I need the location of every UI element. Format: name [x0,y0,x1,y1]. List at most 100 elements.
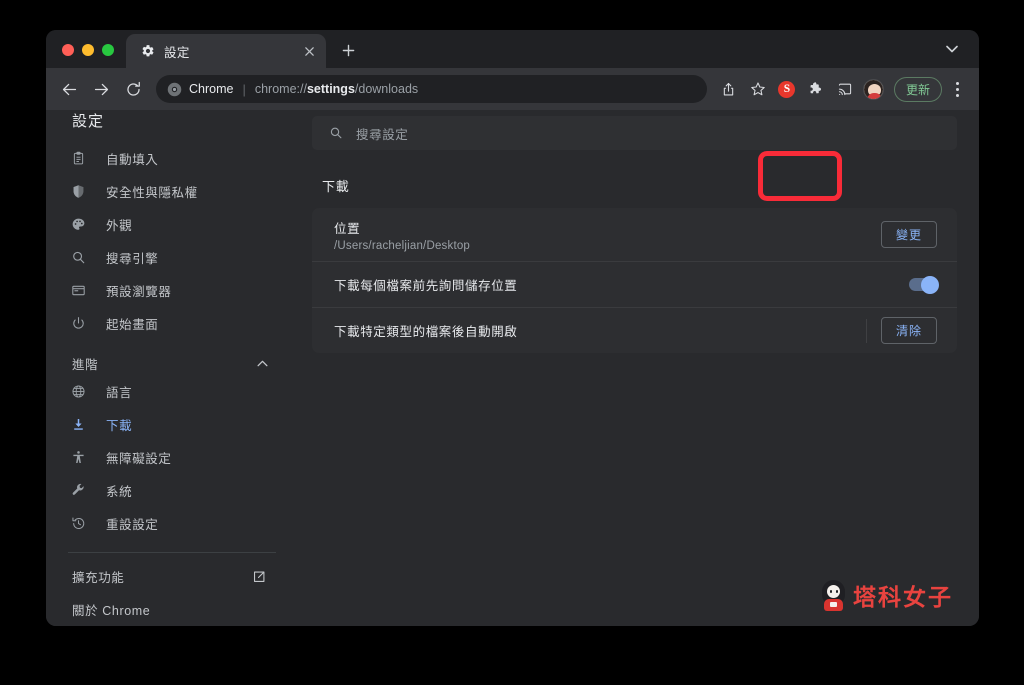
sidebar-section-label: 進階 [72,357,99,372]
close-window-button[interactable] [62,44,74,56]
sidebar-item-label: 安全性與隱私權 [106,185,198,200]
sidebar-item-label: 自動填入 [106,152,159,167]
clipboard-icon [70,150,87,167]
avatar-icon[interactable] [860,75,888,103]
sidebar-item-label: 搜尋引擎 [106,251,159,266]
row-separator [865,318,867,343]
row-text: 下載特定類型的檔案後自動開啟 [334,321,866,340]
sidebar-item-about-chrome[interactable]: 關於 Chrome [46,593,298,626]
sidebar-item-label: 無障礙設定 [106,451,172,466]
sidebar-item-reset[interactable]: 重設設定 [46,507,298,540]
change-location-button[interactable]: 變更 [880,221,937,248]
history-restore-icon [70,515,87,532]
browser-window: 設定 Chrome | chrome://settings/downloads … [46,30,979,626]
close-icon[interactable] [300,42,318,60]
omnibox-brand: Chrome [189,82,234,96]
search-input[interactable]: 搜尋設定 [356,124,408,143]
external-link-icon [251,569,266,584]
sidebar-item-default-browser[interactable]: 預設瀏覽器 [46,274,298,307]
sidebar-item-accessibility[interactable]: 無障礙設定 [46,441,298,474]
sidebar-item-label: 系統 [106,484,133,499]
window-controls [46,44,126,68]
toolbar-actions: S 更新 [715,75,969,103]
minimize-window-button[interactable] [82,44,94,56]
search-icon [328,126,343,141]
sidebar-nav-main: 自動填入 安全性與隱私權 外觀 搜尋引擎 預設瀏覽器 起始畫面 [46,132,298,340]
omnibox-url: chrome://settings/downloads [255,82,418,96]
back-arrow-icon[interactable] [54,74,84,104]
sidebar-item-languages[interactable]: 語言 [46,375,298,408]
row-label: 位置 [334,221,361,236]
accessibility-icon [70,449,87,466]
sidebar-item-autofill[interactable]: 自動填入 [46,142,298,175]
sidebar-item-label: 預設瀏覽器 [106,284,172,299]
extension-s-icon[interactable]: S [773,75,801,103]
gear-icon [140,44,155,59]
chevron-up-icon [257,356,268,370]
sidebar-item-search-engine[interactable]: 搜尋引擎 [46,241,298,274]
sidebar-nav-advanced: 語言 下載 無障礙設定 系統 重設設定 [46,373,298,540]
sidebar-item-privacy[interactable]: 安全性與隱私權 [46,175,298,208]
browser-window-icon [70,282,87,299]
chevron-down-icon[interactable] [937,35,967,63]
extension-s-badge: S [778,80,796,98]
sidebar-section-advanced[interactable]: 進階 [46,354,298,373]
chrome-logo-icon [166,81,182,97]
reload-icon[interactable] [118,74,148,104]
sidebar-item-downloads[interactable]: 下載 [46,408,298,441]
sidebar-item-label: 擴充功能 [72,571,125,585]
power-icon [70,315,87,332]
forward-arrow-icon[interactable] [86,74,116,104]
sidebar-item-system[interactable]: 系統 [46,474,298,507]
star-icon[interactable] [744,75,772,103]
tab-strip: 設定 [46,30,979,68]
sidebar-item-label: 重設設定 [106,517,159,532]
sidebar-item-label: 關於 Chrome [72,604,151,618]
settings-sidebar: 設定 自動填入 安全性與隱私權 外觀 搜尋引擎 預設瀏覽器 起始畫面 進階 語言… [46,110,298,626]
update-button[interactable]: 更新 [893,76,942,102]
row-ask-where-to-save: 下載每個檔案前先詢問儲存位置 [312,261,957,307]
row-text: 下載每個檔案前先詢問儲存位置 [334,275,909,294]
browser-toolbar: Chrome | chrome://settings/downloads S 更… [46,68,979,110]
sidebar-item-extensions[interactable]: 擴充功能 [46,560,298,593]
address-bar[interactable]: Chrome | chrome://settings/downloads [156,75,707,103]
toggle-knob [921,275,939,294]
screenshot-root: 設定 Chrome | chrome://settings/downloads … [0,0,1024,685]
ask-where-to-save-toggle[interactable] [909,275,939,294]
tab-settings[interactable]: 設定 [126,34,326,68]
sidebar-footer: 擴充功能 關於 Chrome [46,552,298,626]
settings-content: 搜尋設定 下載 位置 /Users/racheljian/Desktop 變更 [298,110,979,626]
three-dots-icon[interactable] [945,75,969,103]
sidebar-item-label: 起始畫面 [106,317,159,332]
sidebar-item-label: 下載 [106,418,133,433]
page-title: 下載 [322,179,350,194]
downloads-section: 下載 位置 /Users/racheljian/Desktop 變更 下載每個檔 [298,156,979,626]
new-tab-button[interactable] [334,36,362,64]
avatar [863,78,885,100]
tab-title: 設定 [164,45,190,60]
search-settings-field[interactable]: 搜尋設定 [312,116,957,150]
shield-icon [70,183,87,200]
palette-icon [70,216,87,233]
row-auto-open-types: 下載特定類型的檔案後自動開啟 清除 [312,307,957,353]
share-icon[interactable] [715,75,743,103]
url-path: /downloads [354,82,419,96]
settings-title: 設定 [72,113,105,131]
search-icon [70,249,87,266]
wrench-icon [70,482,87,499]
puzzle-icon[interactable] [802,75,830,103]
download-icon [70,416,87,433]
cast-icon[interactable] [831,75,859,103]
downloads-card: 位置 /Users/racheljian/Desktop 變更 下載每個檔案前先… [312,208,957,353]
girl-mascot-icon [821,579,846,611]
url-host: settings [306,82,355,96]
clear-auto-open-button[interactable]: 清除 [880,317,937,344]
settings-page: 設定 自動填入 安全性與隱私權 外觀 搜尋引擎 預設瀏覽器 起始畫面 進階 語言… [46,110,979,626]
row-sublabel: /Users/racheljian/Desktop [334,239,471,252]
watermark-text: 塔科女子 [853,585,953,611]
sidebar-item-on-startup[interactable]: 起始畫面 [46,307,298,340]
sidebar-item-label: 外觀 [106,218,133,233]
url-prefix: chrome:// [254,82,307,96]
sidebar-item-appearance[interactable]: 外觀 [46,208,298,241]
zoom-window-button[interactable] [102,44,114,56]
